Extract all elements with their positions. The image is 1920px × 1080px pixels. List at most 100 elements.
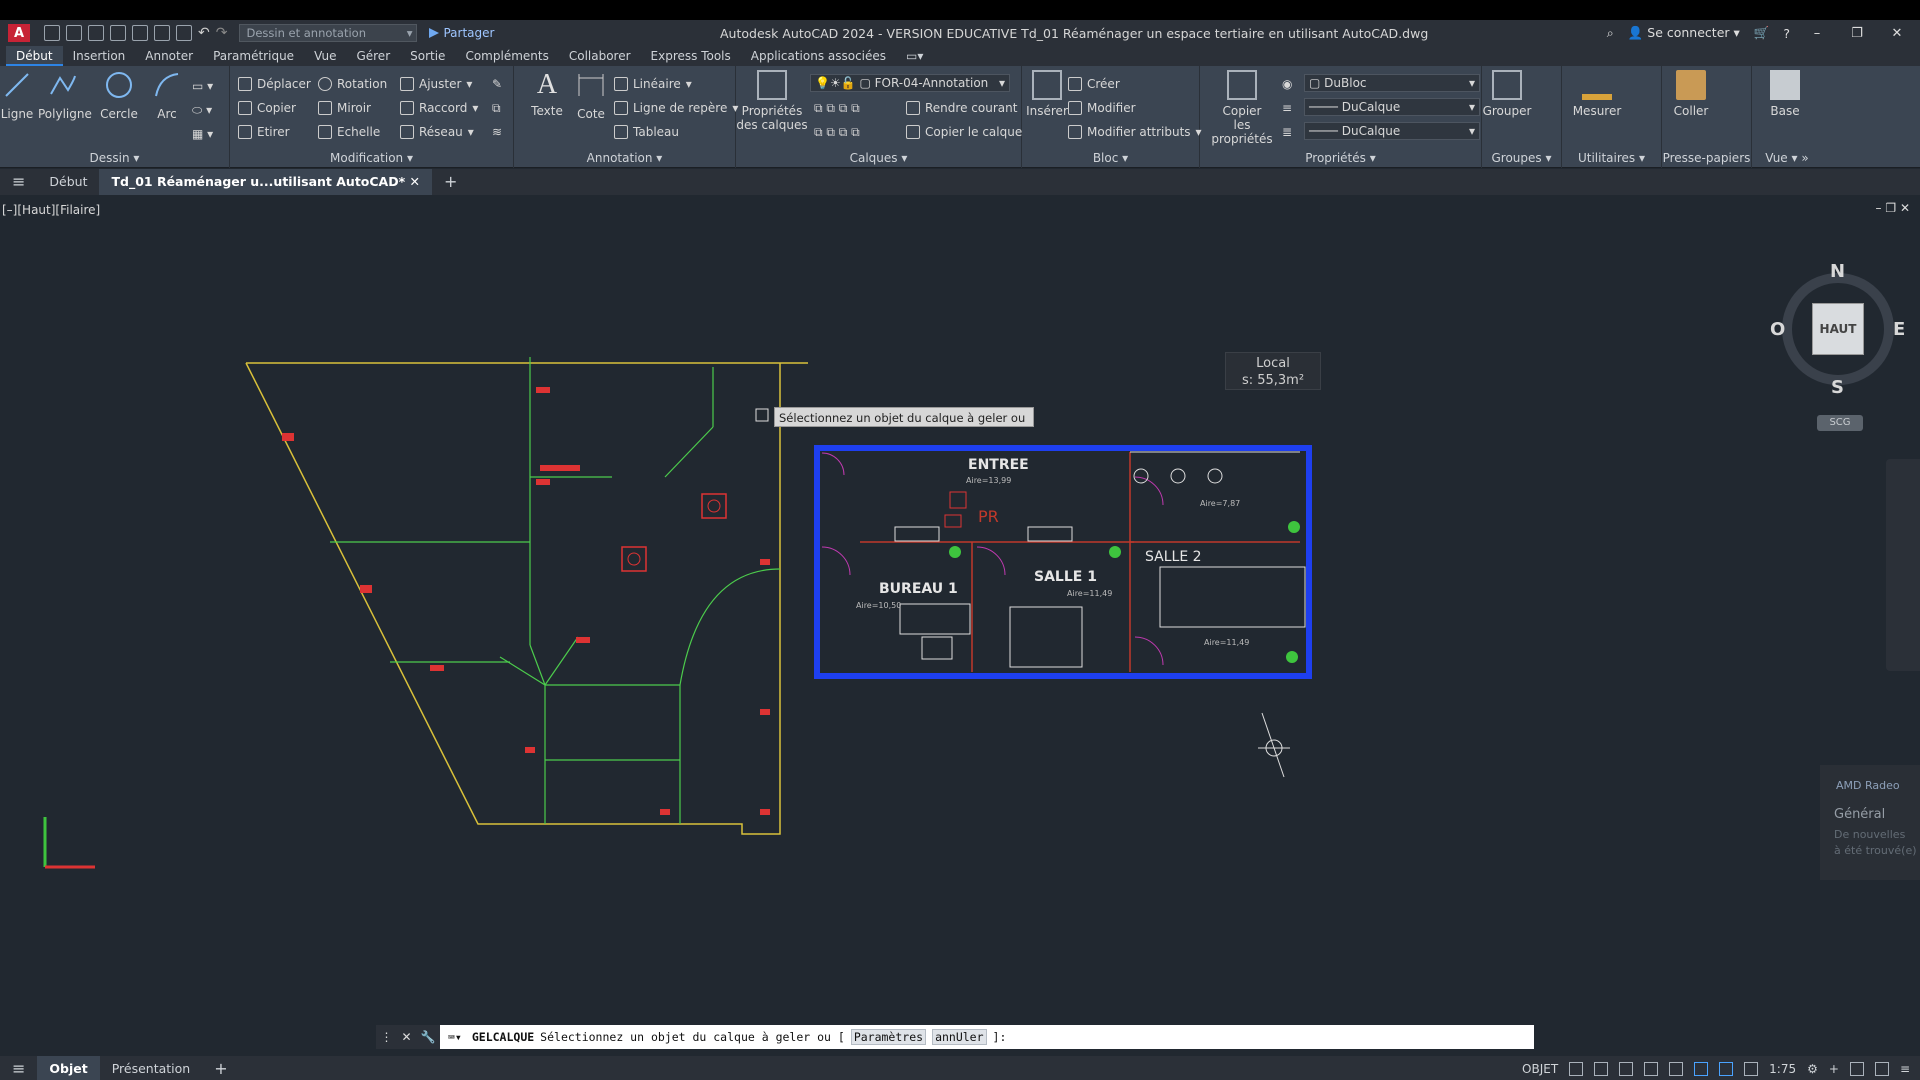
drawing-viewport[interactable]: [–][Haut][Filaire] ENTREE Aire=13,99 PR … [0,197,1920,1027]
open-file-icon[interactable] [66,25,82,41]
isolate-icon[interactable] [1849,1062,1864,1076]
reseau-button[interactable]: Réseau ▾ [400,122,474,142]
modifier-button[interactable]: Modifier [1068,98,1136,118]
fullscreen-icon[interactable] [1874,1062,1889,1076]
doc-tab-debut[interactable]: Début [37,169,99,195]
tab-collaborer[interactable]: Collaborer [559,46,641,66]
south-label[interactable]: S [1831,377,1844,398]
model-space-label[interactable]: OBJET [1522,1062,1558,1076]
copier-proprietes-button[interactable]: Copier les propriétés [1202,70,1282,146]
base-button[interactable]: Base [1760,70,1810,118]
snap-icon[interactable] [1594,1062,1609,1076]
rotation-button[interactable]: Rotation [318,74,387,94]
ribbon-toggle-icon[interactable]: ▭▾ [896,46,933,66]
lineweight-display-icon[interactable] [1719,1062,1734,1076]
texte-button[interactable]: A Texte [522,70,572,119]
copier-calque-button[interactable]: Copier le calque [906,122,1022,142]
workspace-select[interactable]: Dessin et annotation ▾ [239,24,418,42]
inserer-button[interactable]: Insérer [1022,70,1072,118]
autocad-logo-icon[interactable]: A [8,24,30,42]
miroir-button[interactable]: Miroir [318,98,371,118]
layer-dropdown[interactable]: 💡☀🔓 ▢ FOR-04-Annotation ▾ [810,74,1010,92]
color-wheel-icon[interactable]: ◉ [1282,74,1292,94]
signin-button[interactable]: 👤 Se connecter ▾ [1628,25,1740,41]
copier-button[interactable]: Copier [238,98,296,118]
command-option-parametres[interactable]: Paramètres [850,1029,927,1045]
print-icon[interactable] [176,25,192,41]
model-tab[interactable]: Objet [37,1056,100,1080]
layout-tab[interactable]: Présentation [100,1056,203,1080]
menu-icon[interactable]: ≡ [0,169,37,195]
grip-icon[interactable]: ⋮ [380,1030,392,1044]
scale-readout[interactable]: 1:75 [1769,1062,1796,1076]
raccord-button[interactable]: Raccord ▾ [400,98,478,118]
panel-label-groupes[interactable]: Groupes ▾ [1482,151,1561,165]
tab-parametrique[interactable]: Paramétrique [203,46,304,66]
grouper-button[interactable]: Grouper [1482,70,1532,118]
panel-label-presse-papiers[interactable]: Presse-papiers [1662,151,1751,165]
cart-icon[interactable]: 🛒 [1754,25,1770,41]
tab-annoter[interactable]: Annoter [135,46,203,66]
linetype-dropdown[interactable]: ──── DuCalque ▾ [1304,98,1480,116]
panel-label-bloc[interactable]: Bloc ▾ [1022,151,1199,165]
copy-properties-icon[interactable]: ⧉ [492,98,501,118]
lineweight-dropdown[interactable]: ──── DuCalque ▾ [1304,122,1480,140]
panel-label-vue[interactable]: Vue ▾ » [1752,151,1822,165]
coller-button[interactable]: Coller [1666,70,1716,118]
polar-icon[interactable] [1644,1062,1659,1076]
new-file-icon[interactable] [44,25,60,41]
maximize-button[interactable]: ❐ [1844,26,1870,41]
layer-tools-row1[interactable]: ⧉ ⧉ ⧉ ⧉ [814,98,860,118]
mesurer-button[interactable]: Mesurer [1572,70,1622,118]
close-icon[interactable]: ✕ [401,1030,411,1044]
cote-button[interactable]: Cote [566,70,616,121]
panel-label-calques[interactable]: Calques ▾ [736,151,1021,165]
command-line[interactable]: ⌨▾ GELCALQUE Sélectionnez un objet du ca… [440,1025,1534,1049]
proprietes-calques-button[interactable]: Propriétés des calques [736,70,808,132]
echelle-button[interactable]: Echelle [318,122,380,142]
share-button[interactable]: Partager [429,26,494,40]
settings-gear-icon[interactable]: ⚙ [1807,1062,1818,1076]
undo-icon[interactable]: ↶ [198,25,210,41]
ajuster-button[interactable]: Ajuster ▾ [400,74,472,94]
add-layout-button[interactable]: + [202,1056,239,1080]
osnap-icon[interactable] [1669,1062,1684,1076]
wrench-icon[interactable]: 🔧 [421,1030,436,1044]
rendre-courant-button[interactable]: Rendre courant [906,98,1017,118]
color-dropdown[interactable]: ▢ DuBloc ▾ [1304,74,1480,92]
viewport-restore-button[interactable]: ❐ [1885,201,1896,215]
ellipse-icon[interactable]: ⬭ ▾ [192,100,212,120]
erase-icon[interactable]: ✎ [492,74,502,94]
plot-icon[interactable] [154,25,170,41]
linetype-icon[interactable]: ≡ [1282,98,1292,118]
doc-tab-drawing[interactable]: Td_01 Réaménager u...utilisant AutoCAD* … [99,169,432,195]
add-icon[interactable]: + [1829,1062,1839,1076]
panel-label-utilitaires[interactable]: Utilitaires ▾ [1562,151,1661,165]
drawing-canvas[interactable] [0,197,1920,1027]
tab-gerer[interactable]: Gérer [346,46,400,66]
navigation-bar[interactable] [1886,459,1920,671]
customize-menu-icon[interactable]: ≡ [1900,1062,1910,1076]
grid-icon[interactable] [1569,1062,1584,1076]
minimize-button[interactable]: – [1804,26,1830,41]
creer-button[interactable]: Créer [1068,74,1120,94]
view-cube-face[interactable]: HAUT [1812,303,1864,355]
view-cube[interactable]: HAUT N S E O [1770,261,1905,398]
tab-complements[interactable]: Compléments [455,46,558,66]
web-save-icon[interactable] [132,25,148,41]
ligne-button[interactable]: Ligne [0,70,42,121]
tab-vue[interactable]: Vue [304,46,346,66]
rectangle-icon[interactable]: ▭ ▾ [192,76,213,96]
save-as-icon[interactable] [110,25,126,41]
modifier-attributs-button[interactable]: Modifier attributs ▾ [1068,122,1202,142]
tab-debut[interactable]: Début [6,46,63,66]
ligne-repere-button[interactable]: Ligne de repère ▾ [614,98,738,118]
ucs-menu[interactable]: SCG [1817,415,1863,431]
hatch-icon[interactable]: ▦ ▾ [192,124,213,144]
east-label[interactable]: E [1893,319,1905,340]
panel-label-annotation[interactable]: Annotation ▾ [514,151,735,165]
tab-sortie[interactable]: Sortie [400,46,455,66]
tab-applications-associees[interactable]: Applications associées [741,46,896,66]
layer-tools-row2[interactable]: ⧉ ⧉ ⧉ ⧉ [814,122,860,142]
polyligne-button[interactable]: Polyligne [38,70,92,121]
